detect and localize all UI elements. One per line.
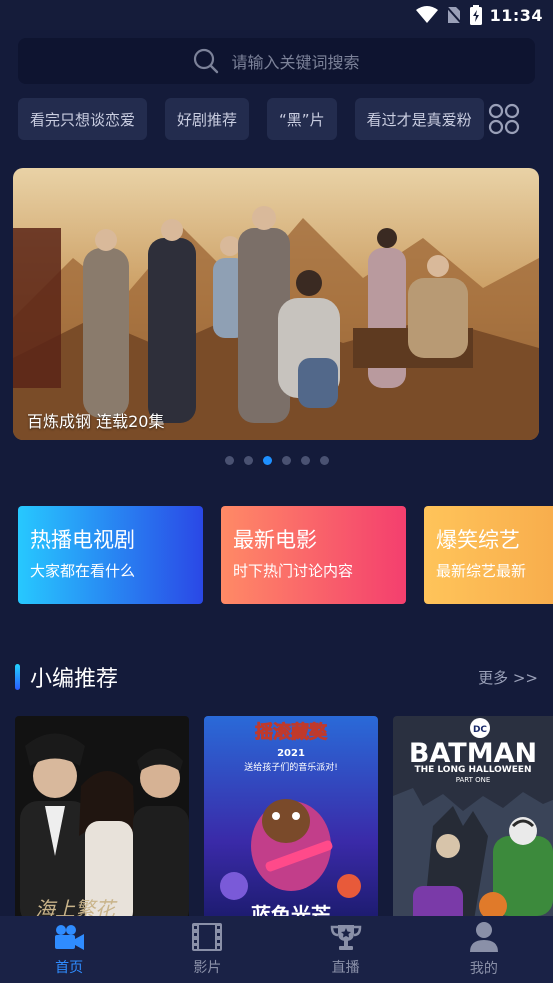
nav-item-films[interactable]: 影片	[138, 916, 276, 983]
section-accent-bar	[15, 664, 20, 690]
section-title: 小编推荐	[30, 667, 119, 692]
nav-label: 影片	[193, 959, 222, 976]
nav-label: 我的	[469, 960, 498, 977]
status-time: 11:34	[489, 5, 543, 25]
tag-chip[interactable]: 看完只想谈恋爱	[18, 98, 148, 140]
nav-label: 首页	[55, 959, 84, 976]
nav-item-home[interactable]: 首页	[0, 916, 138, 983]
poster-card[interactable]: DC BATMAN THE LONG HALLOWEEN PART ONE	[393, 716, 553, 926]
tag-chip[interactable]: 好剧推荐	[165, 98, 250, 140]
nav-item-live[interactable]: 直播	[277, 916, 415, 983]
card-subtitle: 大家都在看什么	[30, 562, 136, 580]
category-card-variety[interactable]: 爆笑综艺 最新综艺最新	[424, 506, 553, 604]
category-card-tv[interactable]: 热播电视剧 大家都在看什么	[18, 506, 203, 604]
carousel-dot-active[interactable]	[262, 456, 272, 465]
carousel-dot[interactable]	[319, 456, 329, 465]
banner-carousel[interactable]: 百炼成钢 连载20集	[13, 168, 539, 440]
carousel-dot[interactable]	[243, 456, 253, 465]
poster-logo-art: DC	[473, 725, 487, 735]
status-bar: 11:34	[0, 0, 553, 30]
poster-year: 2021	[277, 748, 305, 759]
tag-list: 看完只想谈恋爱 好剧推荐 “黑”片 看过才是真爱粉	[18, 98, 484, 140]
category-card-movie[interactable]: 最新电影 时下热门讨论内容	[221, 506, 406, 604]
poster-subtitle-art: THE LONG HALLOWEEN	[414, 765, 531, 775]
poster-card[interactable]: 摇滚藏獒 2021 送给孩子们的音乐派对! 蓝色光芒	[204, 716, 378, 926]
poster-card[interactable]: 海上繁花	[15, 716, 189, 926]
nav-label: 直播	[331, 959, 360, 976]
poster-image: 海上繁花	[15, 716, 189, 926]
poster-image: DC BATMAN THE LONG HALLOWEEN PART ONE	[393, 716, 553, 926]
carousel-dot[interactable]	[224, 456, 234, 465]
film-icon	[192, 922, 223, 951]
video-camera-icon	[55, 924, 85, 950]
wifi-icon	[415, 6, 438, 23]
poster-part-art: PART ONE	[456, 776, 491, 784]
more-link[interactable]: 更多 >>	[478, 667, 538, 688]
card-title: 爆笑综艺	[436, 528, 520, 552]
poster-tagline: 送给孩子们的音乐派对!	[244, 761, 338, 773]
carousel-dot[interactable]	[300, 456, 310, 465]
bottom-nav: 首页 影片 直播 我的	[0, 916, 553, 983]
poster-image: 摇滚藏獒 2021 送给孩子们的音乐派对! 蓝色光芒	[204, 716, 378, 926]
battery-icon	[469, 5, 482, 25]
search-placeholder: 请输入关键词搜索	[231, 53, 360, 72]
trophy-icon	[330, 924, 361, 950]
search-icon	[194, 48, 219, 74]
no-sim-icon	[445, 5, 462, 25]
grid-menu-icon[interactable]	[488, 103, 520, 135]
banner-image	[13, 168, 539, 440]
category-cards: 热播电视剧 大家都在看什么 最新电影 时下热门讨论内容 爆笑综艺 最新综艺最新	[18, 506, 553, 606]
carousel-dot[interactable]	[281, 456, 291, 465]
search-bar[interactable]: 请输入关键词搜索	[18, 38, 535, 84]
nav-item-profile[interactable]: 我的	[415, 916, 553, 983]
poster-list: 海上繁花 摇滚藏獒 2021 送给孩子们的音乐派对! 蓝色光芒 DC BATMA…	[15, 716, 553, 926]
poster-title-art: 摇滚藏獒	[255, 721, 328, 743]
card-subtitle: 时下热门讨论内容	[233, 562, 354, 580]
tag-chip[interactable]: “黑”片	[267, 98, 337, 140]
carousel-indicator	[0, 456, 553, 465]
tag-chip[interactable]: 看过才是真爱粉	[354, 98, 484, 140]
user-icon	[469, 921, 498, 952]
card-subtitle: 最新综艺最新	[436, 562, 527, 580]
card-title: 最新电影	[233, 528, 317, 552]
section-header: 小编推荐 更多 >>	[15, 660, 538, 694]
card-title: 热播电视剧	[30, 528, 135, 552]
banner-caption: 百炼成钢 连载20集	[27, 412, 165, 431]
